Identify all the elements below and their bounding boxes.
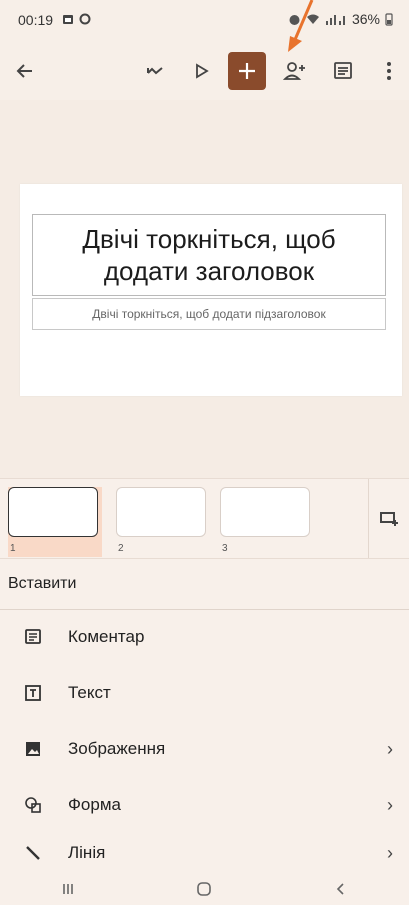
subtitle-placeholder[interactable]: Двічі торкніться, щоб додати підзаголово… — [32, 298, 386, 330]
add-slide-icon — [380, 512, 398, 526]
recents-button[interactable] — [38, 882, 98, 896]
battery-icon — [385, 12, 393, 26]
chevron-right-icon: › — [387, 794, 393, 815]
slide-number: 2 — [118, 543, 124, 554]
home-button[interactable] — [174, 881, 234, 897]
present-button[interactable] — [182, 52, 220, 90]
sync-icon — [79, 13, 91, 25]
undo-button[interactable] — [136, 52, 174, 90]
menu-item-label: Форма — [68, 795, 121, 814]
recents-icon — [63, 883, 73, 894]
chevron-right-icon: › — [387, 738, 393, 759]
system-back-button[interactable] — [311, 882, 371, 896]
undo-icon — [147, 67, 163, 75]
comment-icon — [22, 626, 44, 648]
toolbar — [0, 44, 409, 98]
comment-icon — [334, 62, 352, 79]
play-icon — [196, 63, 209, 79]
share-button[interactable] — [276, 52, 314, 90]
arrow-left-icon — [16, 64, 32, 78]
menu-item-label: Лінія — [68, 843, 106, 862]
back-icon — [336, 882, 344, 895]
menu-item-label: Зображення — [68, 739, 166, 758]
slide-thumbnail-image[interactable] — [8, 487, 98, 537]
title-placeholder[interactable]: Двічі торкніться, щоб додати заголовок — [32, 214, 386, 296]
insert-text-item[interactable]: Текст — [0, 665, 409, 721]
menu-item-label: Текст — [68, 683, 111, 702]
plus-icon — [239, 63, 255, 79]
home-icon — [197, 881, 212, 896]
more-button[interactable] — [370, 52, 408, 90]
slide-thumbnail-image[interactable] — [116, 487, 206, 537]
slide-thumbnail-2[interactable]: 2 — [116, 487, 210, 557]
new-slide-button[interactable] — [368, 479, 409, 559]
line-icon — [22, 842, 44, 864]
shape-icon — [22, 794, 44, 816]
insert-panel-title: Вставити — [8, 575, 77, 592]
battery-percent: 36% — [351, 11, 380, 27]
insert-panel: Вставити Коментар Текст Зображення › Фор… — [0, 558, 409, 873]
slide-canvas: Двічі торкніться, щоб додати заголовок Д… — [0, 100, 409, 478]
menu-item-label: Коментар — [68, 627, 145, 646]
system-nav-bar — [0, 872, 409, 905]
current-slide[interactable]: Двічі торкніться, щоб додати заголовок Д… — [20, 184, 402, 396]
signal-icon — [325, 15, 345, 25]
text-box-icon — [22, 682, 44, 704]
insert-comment-item[interactable]: Коментар — [0, 609, 409, 665]
image-icon — [22, 738, 44, 760]
comments-button[interactable] — [324, 52, 362, 90]
calendar-icon — [63, 15, 73, 24]
add-button[interactable] — [228, 52, 266, 90]
add-person-icon — [283, 62, 305, 80]
slide-number: 1 — [10, 543, 16, 554]
insert-line-item[interactable]: Лінія › — [0, 833, 409, 873]
insert-shape-item[interactable]: Форма › — [0, 777, 409, 833]
status-bar: 00:19 36% — [0, 0, 409, 40]
back-button[interactable] — [6, 52, 44, 90]
slide-number: 3 — [222, 543, 228, 554]
status-time: 00:19 — [18, 12, 54, 28]
insert-image-item[interactable]: Зображення › — [0, 721, 409, 777]
slide-thumbnail-3[interactable]: 3 — [220, 487, 314, 557]
slide-thumbnail-image[interactable] — [220, 487, 310, 537]
slide-thumbnail-1[interactable]: 1 — [8, 487, 102, 557]
slide-filmstrip: 1 2 3 — [0, 478, 409, 559]
more-vert-icon — [387, 62, 391, 80]
chevron-right-icon: › — [387, 842, 393, 863]
